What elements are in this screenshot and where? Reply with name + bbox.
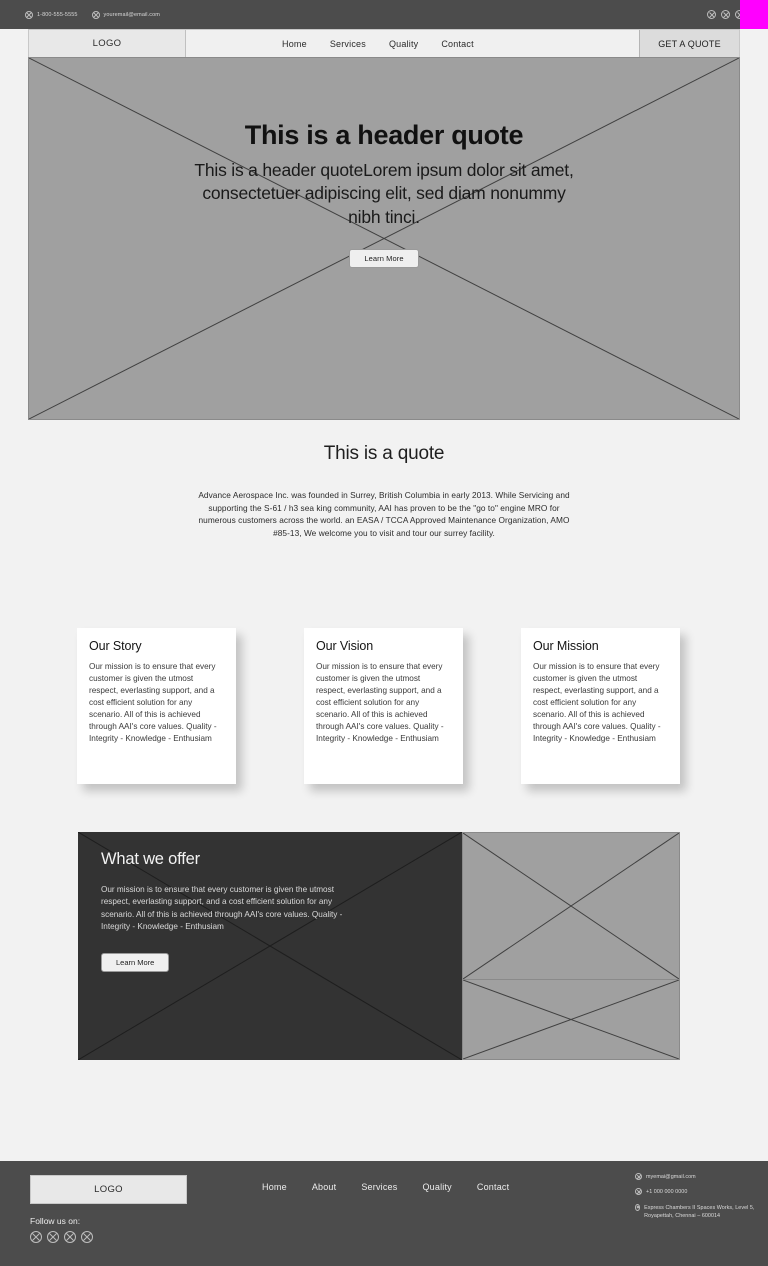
topbar-email[interactable]: youremail@email.com xyxy=(91,10,160,19)
topbar-phone[interactable]: 1-800-555-5555 xyxy=(25,10,78,19)
offer-title: What we offer xyxy=(101,850,200,868)
email-icon xyxy=(635,1173,642,1180)
placeholder-cross-icon xyxy=(463,980,679,1059)
offer-image-placeholder-top xyxy=(462,832,680,980)
feature-cards: Our Story Our mission is to ensure that … xyxy=(0,628,768,788)
quote-body: Advance Aerospace Inc. was founded in Su… xyxy=(198,490,570,538)
card-body: Our mission is to ensure that every cust… xyxy=(89,662,217,744)
location-pin-icon xyxy=(635,1203,641,1211)
offer-body: Our mission is to ensure that every cust… xyxy=(101,885,343,931)
social-icon-2[interactable] xyxy=(47,1231,59,1243)
offer-image-group xyxy=(462,832,680,1060)
footer-address-row: Express Chambers II Spaces Works, Level … xyxy=(635,1203,760,1221)
placeholder-cross-icon xyxy=(463,833,679,979)
footer-follow-label: Follow us on: xyxy=(30,1216,81,1226)
footer-logo[interactable]: LOGO xyxy=(30,1175,187,1204)
card-title: Our Vision xyxy=(316,639,374,653)
footer-navigation: Home About Services Quality Contact xyxy=(262,1182,509,1192)
get-a-quote-button[interactable]: GET A QUOTE xyxy=(639,30,739,57)
nav-item-contact[interactable]: Contact xyxy=(441,39,473,49)
footer-nav-item-services[interactable]: Services xyxy=(361,1182,397,1192)
what-we-offer-section: What we offer Our mission is to ensure t… xyxy=(78,832,680,1060)
social-icon-1[interactable] xyxy=(30,1231,42,1243)
email-icon xyxy=(91,10,100,19)
hero-subtitle: This is a header quoteLorem ipsum dolor … xyxy=(194,160,574,227)
footer-address: Express Chambers II Spaces Works, Level … xyxy=(644,1204,755,1220)
phone-icon xyxy=(635,1188,642,1196)
hero-learn-more-button[interactable]: Learn More xyxy=(349,248,419,268)
nav-links: Home Services Quality Contact xyxy=(186,30,639,57)
hero-image-placeholder: This is a header quote This is a header … xyxy=(28,57,740,420)
footer-social-group xyxy=(30,1231,93,1243)
site-footer: LOGO Follow us on: Home About Services Q… xyxy=(0,1161,768,1266)
offer-image-placeholder-bottom xyxy=(462,980,680,1060)
card-our-mission[interactable]: Our Mission Our mission is to ensure tha… xyxy=(521,628,680,784)
phone-icon xyxy=(25,10,33,19)
offer-text-panel: What we offer Our mission is to ensure t… xyxy=(78,832,462,1060)
topbar-contact-group: 1-800-555-5555 youremail@email.com xyxy=(0,10,160,19)
footer-phone: +1 000 000 0000 xyxy=(646,1189,688,1196)
footer-nav-item-quality[interactable]: Quality xyxy=(422,1182,451,1192)
footer-contact-block: myemai@gmail.com +1 000 000 0000 Express… xyxy=(635,1173,760,1228)
social-icon-4[interactable] xyxy=(81,1231,93,1243)
nav-item-services[interactable]: Services xyxy=(330,39,366,49)
footer-nav-item-contact[interactable]: Contact xyxy=(477,1182,509,1192)
hero-content: This is a header quote This is a header … xyxy=(29,58,739,419)
nav-item-home[interactable]: Home xyxy=(282,39,307,49)
main-navigation-bar: LOGO Home Services Quality Contact GET A… xyxy=(28,29,740,58)
card-body: Our mission is to ensure that every cust… xyxy=(316,662,444,744)
card-our-vision[interactable]: Our Vision Our mission is to ensure that… xyxy=(304,628,463,784)
card-our-story[interactable]: Our Story Our mission is to ensure that … xyxy=(77,628,236,784)
hero-title: This is a header quote xyxy=(244,120,524,150)
offer-learn-more-button[interactable]: Learn More xyxy=(101,953,170,973)
topbar-phone-label: 1-800-555-5555 xyxy=(37,11,78,18)
page-root: 1-800-555-5555 youremail@email.com LOGO … xyxy=(0,0,768,1266)
topbar-email-label: youremail@email.com xyxy=(103,11,160,18)
footer-nav-item-home[interactable]: Home xyxy=(262,1182,287,1192)
footer-email-row[interactable]: myemai@gmail.com xyxy=(635,1173,760,1181)
accent-block xyxy=(740,0,768,29)
top-utility-bar: 1-800-555-5555 youremail@email.com xyxy=(0,0,768,29)
social-icon-1[interactable] xyxy=(707,10,716,19)
card-body: Our mission is to ensure that every cust… xyxy=(533,662,661,744)
logo[interactable]: LOGO xyxy=(29,30,186,57)
quote-section: This is a quote Advance Aerospace Inc. w… xyxy=(0,443,768,539)
footer-email: myemai@gmail.com xyxy=(646,1174,696,1180)
card-title: Our Mission xyxy=(533,639,599,653)
footer-nav-item-about[interactable]: About xyxy=(312,1182,337,1192)
quote-title: This is a quote xyxy=(323,443,445,464)
social-icon-3[interactable] xyxy=(64,1231,76,1243)
social-icon-2[interactable] xyxy=(721,10,730,19)
nav-item-quality[interactable]: Quality xyxy=(389,39,418,49)
offer-content: What we offer Our mission is to ensure t… xyxy=(78,832,462,973)
card-title: Our Story xyxy=(89,639,142,653)
footer-phone-row[interactable]: +1 000 000 0000 xyxy=(635,1188,760,1196)
